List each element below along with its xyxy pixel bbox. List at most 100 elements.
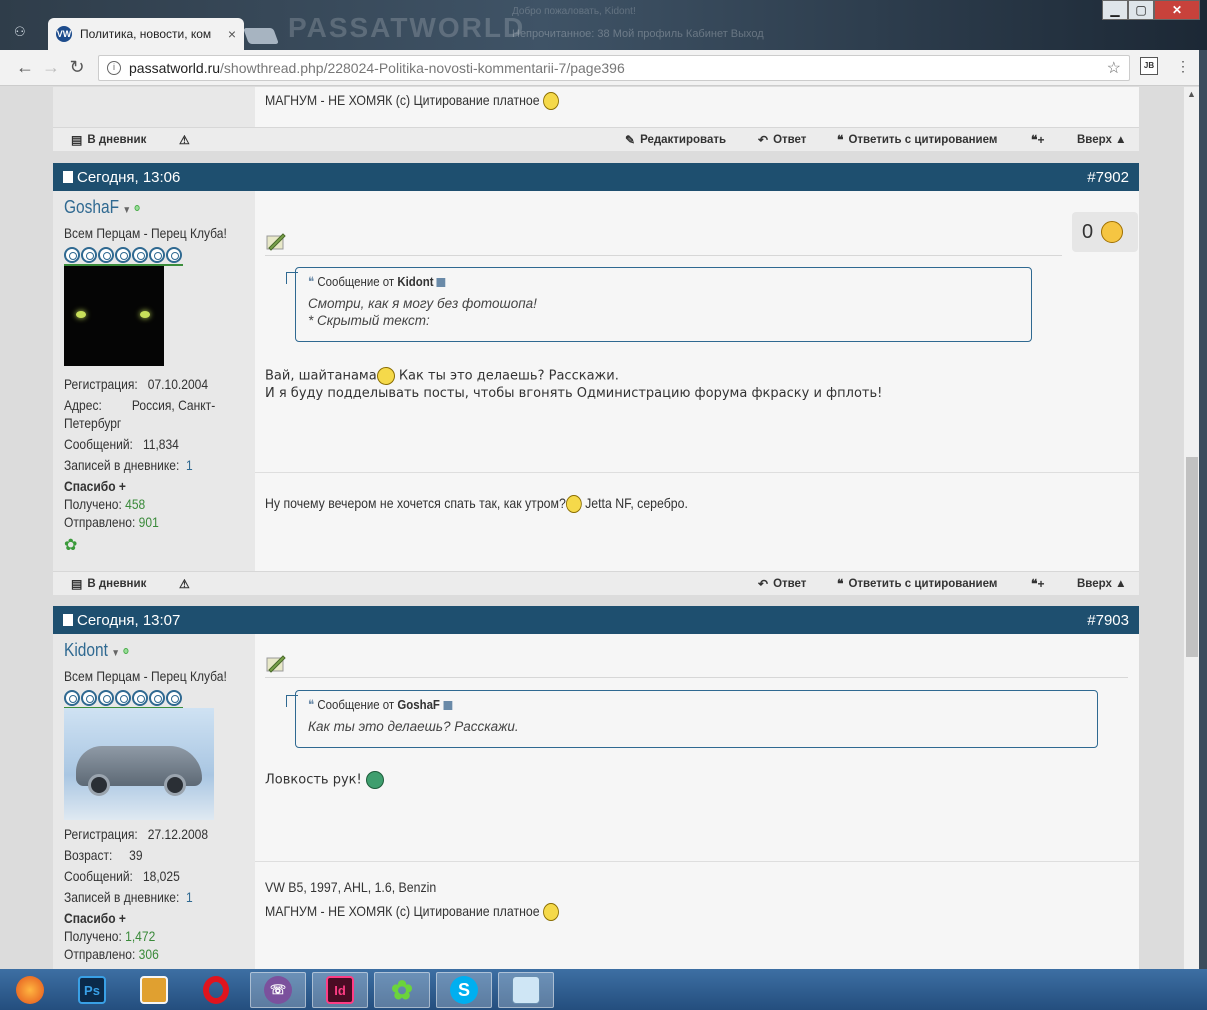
post-action-bar: ▤ В дневник ⚠ ↶ Ответ ❝ Ответить с цитирова… bbox=[53, 571, 1139, 595]
age-info: Возраст: 39 bbox=[64, 847, 143, 863]
chevron-down-icon[interactable]: ▼ bbox=[123, 205, 132, 216]
reputation-icons bbox=[64, 247, 183, 266]
prev-post-signature: МАГНУМ - НЕ ХОМЯК (с) Цитирование платно… bbox=[265, 92, 559, 111]
post-body: Ловкость рук! bbox=[265, 771, 384, 789]
site-greeting-background: Добро пожаловать, Kidont! bbox=[512, 6, 636, 17]
quote-block: ❝ Сообщение от Kidont Смотри, как я могу… bbox=[286, 267, 1032, 342]
pencil-icon: ✎ bbox=[625, 132, 636, 147]
like-counter[interactable]: 0 bbox=[1072, 212, 1138, 252]
post-number-link[interactable]: #7902 bbox=[1087, 169, 1129, 186]
tab-close-icon[interactable]: × bbox=[228, 26, 236, 42]
diary-count: Записей в дневнике: 1 bbox=[64, 889, 193, 905]
scroll-top-button[interactable]: Вверх ▲ bbox=[1077, 134, 1126, 146]
photoshop-icon[interactable]: Ps bbox=[64, 972, 120, 1008]
post-doc-icon bbox=[63, 171, 73, 183]
diary-button[interactable]: ▤ В дневник bbox=[71, 577, 146, 591]
scroll-top-button[interactable]: Вверх ▲ bbox=[1077, 578, 1126, 590]
post-signature: VW B5, 1997, AHL, 1.6, Benzin bbox=[265, 879, 437, 895]
viber-icon[interactable]: ☏ bbox=[250, 972, 306, 1008]
reply-button[interactable]: ↶ Ответ bbox=[758, 133, 806, 147]
chevron-down-icon[interactable]: ▼ bbox=[111, 648, 120, 659]
skype-icon[interactable]: S bbox=[436, 972, 492, 1008]
post-user-info: GoshaF ▼ Всем Перцам - Перец Клуба! Регис… bbox=[53, 191, 255, 571]
reply-quote-button[interactable]: ❝ Ответить с цитированием bbox=[837, 133, 997, 147]
address-info: Адрес: Россия, Санкт- Петербург bbox=[64, 397, 216, 431]
icq-icon[interactable]: ✿ bbox=[374, 972, 430, 1008]
page-info-icon[interactable]: i bbox=[107, 61, 121, 75]
menu-kebab-icon[interactable]: ⋮ bbox=[1176, 58, 1190, 75]
new-tab-button[interactable] bbox=[243, 28, 279, 44]
registration-info: Регистрация: 27.12.2008 bbox=[64, 826, 209, 842]
maximize-button[interactable]: ▢ bbox=[1128, 0, 1154, 20]
address-bar[interactable]: i passatworld.ru/showthread.php/228024-P… bbox=[98, 55, 1130, 81]
close-window-button[interactable]: ✕ bbox=[1154, 0, 1200, 20]
messages-count: Сообщений: 18,025 bbox=[64, 868, 180, 884]
multiquote-button[interactable]: ❝+ bbox=[1031, 577, 1049, 591]
hidden-text-label[interactable]: * Скрытый текст: bbox=[308, 313, 430, 328]
report-button[interactable]: ⚠ bbox=[179, 133, 195, 147]
indesign-icon[interactable]: Id bbox=[312, 972, 368, 1008]
username-link[interactable]: Kidont ▼ bbox=[64, 640, 129, 661]
post-icon bbox=[266, 233, 286, 251]
diary-count: Записей в дневнике: 1 bbox=[64, 457, 193, 473]
multiquote-button[interactable]: ❝+ bbox=[1031, 133, 1049, 147]
username-link[interactable]: GoshaF ▼ bbox=[64, 197, 140, 218]
diary-button[interactable]: ▤ В дневник bbox=[71, 133, 146, 147]
reply-arrow-icon: ↶ bbox=[758, 576, 769, 591]
quote-bubble-icon: ❝ bbox=[837, 132, 844, 147]
post-title-divider bbox=[265, 677, 1128, 678]
avatar[interactable] bbox=[64, 266, 164, 366]
surprised-smile-icon bbox=[376, 367, 395, 385]
multiquote-icon: ❝+ bbox=[1031, 132, 1045, 147]
browser-toolbar: ← → ↻ i passatworld.ru/showthread.php/22… bbox=[0, 50, 1207, 86]
vw-favicon-icon: VW bbox=[56, 26, 72, 42]
post-date: Сегодня, 13:06 bbox=[77, 168, 181, 186]
view-post-icon[interactable] bbox=[443, 701, 452, 711]
grin-smile-icon bbox=[365, 771, 384, 789]
forward-arrow-icon[interactable]: → bbox=[38, 57, 64, 78]
reply-button[interactable]: ↶ Ответ bbox=[758, 577, 806, 591]
warning-icon: ⚠ bbox=[179, 576, 190, 591]
icq-icon[interactable]: ✿ bbox=[64, 535, 77, 555]
scrollbar[interactable]: ▲ bbox=[1183, 87, 1199, 969]
smile-icon bbox=[543, 92, 559, 111]
view-post-icon[interactable] bbox=[436, 278, 446, 288]
post-content: ❝ Сообщение от Kidont Смотри, как я могу… bbox=[255, 191, 1139, 571]
thanks-received: Получено: 1,472 bbox=[64, 928, 156, 944]
reload-icon[interactable]: ↻ bbox=[64, 57, 90, 78]
quote-bubble-icon: ❝ bbox=[837, 576, 844, 591]
incognito-icon[interactable]: ⚇ bbox=[14, 24, 34, 39]
edit-button[interactable]: ✎ Редактировать bbox=[625, 133, 726, 147]
post-action-bar: ▤ В дневник ⚠ ✎ Редактировать ↶ Ответ ❝ Отве… bbox=[53, 127, 1139, 151]
quote-text: Смотри, как я могу без фотошопа! bbox=[308, 296, 537, 311]
firefox-icon[interactable] bbox=[2, 972, 58, 1008]
extension-icon[interactable]: JB bbox=[1140, 57, 1158, 75]
thumbs-up-icon[interactable] bbox=[1101, 221, 1124, 243]
diary-icon: ▤ bbox=[71, 132, 83, 147]
post-date: Сегодня, 13:07 bbox=[77, 611, 181, 629]
report-button[interactable]: ⚠ bbox=[179, 577, 195, 591]
scroll-up-icon[interactable]: ▲ bbox=[1187, 89, 1196, 99]
image-viewer-icon[interactable] bbox=[126, 972, 182, 1008]
minimize-button[interactable]: ▁ bbox=[1102, 0, 1128, 20]
online-status-icon bbox=[134, 205, 140, 212]
notepad-icon[interactable] bbox=[498, 972, 554, 1008]
post-title-divider bbox=[265, 255, 1062, 256]
thanks-heading: Спасибо + bbox=[64, 478, 126, 494]
messages-count: Сообщений: 11,834 bbox=[64, 436, 179, 452]
reply-quote-button[interactable]: ❝ Ответить с цитированием bbox=[837, 577, 997, 591]
opera-icon[interactable] bbox=[188, 972, 244, 1008]
bookmark-star-icon[interactable]: ☆ bbox=[1107, 58, 1121, 78]
diary-icon: ▤ bbox=[71, 576, 83, 591]
post-number-link[interactable]: #7903 bbox=[1087, 612, 1129, 629]
scrollbar-thumb[interactable] bbox=[1186, 457, 1198, 657]
avatar[interactable] bbox=[64, 708, 214, 820]
browser-tab[interactable]: VW Политика, новости, ком × bbox=[48, 18, 244, 50]
post-content: ❝ Сообщение от GoshaF Как ты это делаешь… bbox=[255, 634, 1139, 969]
quote-marks-icon: ❝ bbox=[308, 697, 315, 712]
back-arrow-icon[interactable]: ← bbox=[12, 57, 38, 78]
registration-info: Регистрация: 07.10.2004 bbox=[64, 376, 209, 392]
site-logo-background: PASSATWORLD bbox=[288, 12, 526, 43]
quote-block: ❝ Сообщение от GoshaF Как ты это делаешь… bbox=[286, 690, 1098, 748]
url-domain: passatworld.ru bbox=[129, 60, 221, 76]
